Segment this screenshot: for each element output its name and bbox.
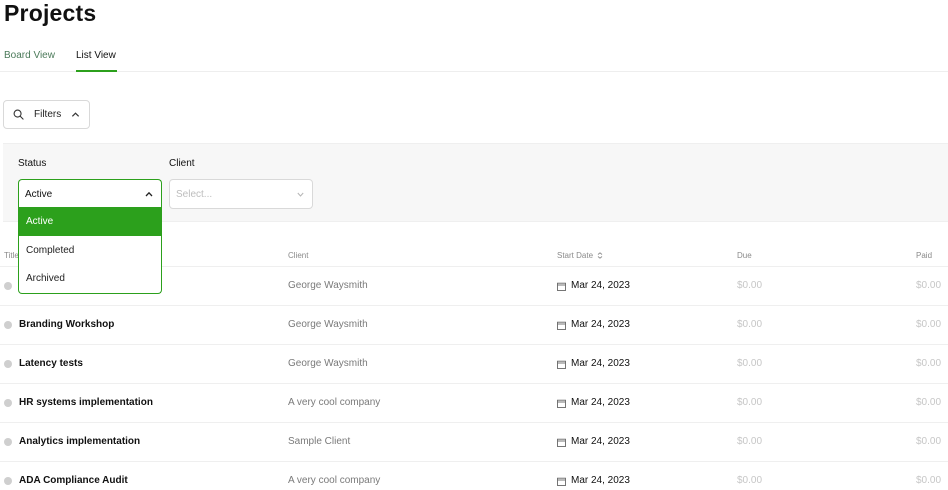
calendar-icon [557, 282, 566, 291]
column-header-client[interactable]: Client [288, 251, 308, 260]
project-start-date: Mar 24, 2023 [571, 319, 630, 330]
project-paid: $0.00 [916, 319, 942, 330]
status-option-completed[interactable]: Completed [19, 236, 161, 265]
project-due: $0.00 [737, 436, 763, 447]
project-client: George Waysmith [288, 280, 368, 291]
search-icon [13, 109, 24, 120]
tab-list-view[interactable]: List View [76, 50, 116, 61]
tab-board-view[interactable]: Board View [4, 50, 55, 61]
calendar-icon [557, 321, 566, 330]
project-start-date: Mar 24, 2023 [571, 475, 630, 486]
table-row[interactable]: Branding Workshop George Waysmith Mar 24… [0, 306, 948, 345]
project-client: George Waysmith [288, 319, 368, 330]
status-option-active[interactable]: Active [19, 207, 161, 236]
column-header-title[interactable]: Title [4, 251, 19, 260]
project-title[interactable]: Branding Workshop [19, 319, 114, 330]
status-dot [4, 282, 12, 290]
project-start-date: Mar 24, 2023 [571, 436, 630, 447]
project-due: $0.00 [737, 319, 763, 330]
project-due: $0.00 [737, 475, 763, 486]
status-dot [4, 399, 12, 407]
project-paid: $0.00 [916, 436, 942, 447]
column-header-start-date[interactable]: Start Date [557, 251, 603, 260]
table-row[interactable]: ADA Compliance Audit A very cool company… [0, 462, 948, 490]
project-start-date: Mar 24, 2023 [571, 280, 630, 291]
project-title[interactable]: Analytics implementation [19, 436, 140, 447]
project-start-date: Mar 24, 2023 [571, 397, 630, 408]
project-client: Sample Client [288, 436, 351, 447]
calendar-icon [557, 399, 566, 408]
project-title[interactable]: HR systems implementation [19, 397, 153, 408]
chevron-up-icon [145, 191, 153, 197]
project-paid: $0.00 [916, 358, 942, 369]
status-dot [4, 360, 12, 368]
status-select[interactable]: Active [18, 179, 162, 209]
page-title: Projects [4, 0, 97, 26]
client-select-placeholder: Select... [176, 189, 213, 200]
table-row[interactable]: Latency tests George Waysmith Mar 24, 20… [0, 345, 948, 384]
project-due: $0.00 [737, 397, 763, 408]
active-tab-indicator [76, 70, 117, 72]
calendar-icon [557, 438, 566, 447]
chevron-down-icon [297, 192, 304, 197]
view-tabs: Board View List View [0, 44, 948, 72]
sort-icon [597, 252, 603, 260]
table-row[interactable]: Analytics implementation Sample Client M… [0, 423, 948, 462]
table-row[interactable]: HR systems implementation A very cool co… [0, 384, 948, 423]
status-dropdown-menu: Active Completed Archived [18, 207, 162, 294]
filters-button-label: Filters [34, 109, 62, 120]
project-due: $0.00 [737, 280, 763, 291]
column-header-paid[interactable]: Paid [916, 251, 932, 260]
filters-button[interactable]: Filters [3, 100, 90, 129]
status-dot [4, 321, 12, 329]
status-dot [4, 438, 12, 446]
status-filter-label: Status [18, 158, 47, 169]
project-paid: $0.00 [916, 280, 942, 291]
chevron-up-icon [71, 112, 80, 117]
calendar-icon [557, 477, 566, 486]
client-select[interactable]: Select... [169, 179, 313, 209]
column-header-start-date-label: Start Date [557, 251, 594, 260]
project-paid: $0.00 [916, 475, 942, 486]
status-select-value: Active [25, 189, 53, 200]
client-filter-label: Client [169, 158, 195, 169]
project-title[interactable]: Latency tests [19, 358, 83, 369]
project-client: A very cool company [288, 397, 381, 408]
status-dot [4, 477, 12, 485]
project-paid: $0.00 [916, 397, 942, 408]
project-start-date: Mar 24, 2023 [571, 358, 630, 369]
project-due: $0.00 [737, 358, 763, 369]
project-client: George Waysmith [288, 358, 368, 369]
project-client: A very cool company [288, 475, 381, 486]
calendar-icon [557, 360, 566, 369]
status-option-archived[interactable]: Archived [19, 264, 161, 293]
project-title[interactable]: ADA Compliance Audit [19, 475, 128, 486]
column-header-due[interactable]: Due [737, 251, 752, 260]
